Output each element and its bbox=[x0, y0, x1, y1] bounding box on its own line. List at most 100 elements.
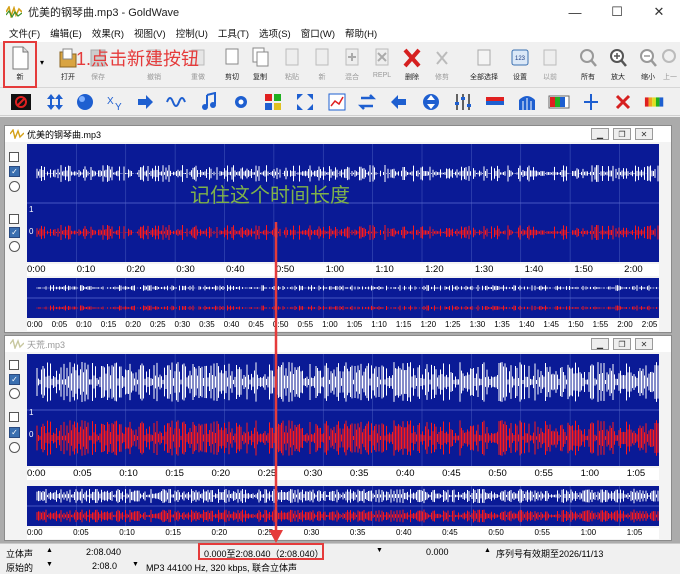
select-all-button[interactable]: 全部选择 bbox=[470, 44, 498, 86]
time-tick-label: 0:35 bbox=[349, 468, 369, 479]
left-channel-checkbox[interactable]: ✓ bbox=[9, 166, 20, 177]
spectrum-icon[interactable] bbox=[484, 91, 506, 113]
gear-icon[interactable] bbox=[230, 91, 252, 113]
mdi-minimize-button[interactable]: ▁ bbox=[591, 128, 609, 140]
menu-tools[interactable]: 工具(T) bbox=[213, 26, 254, 40]
license-info: 序列号有效期至2026/11/13 bbox=[496, 549, 604, 559]
forward-arrow-icon[interactable] bbox=[134, 91, 156, 113]
right-channel-radio[interactable] bbox=[9, 241, 20, 252]
previous-button[interactable]: 以前 bbox=[536, 44, 564, 86]
graph-icon[interactable] bbox=[326, 91, 348, 113]
copy-button[interactable]: 复制 bbox=[246, 44, 274, 86]
zoom-all-button[interactable]: 所有 bbox=[574, 44, 602, 86]
left-channel-radio[interactable] bbox=[9, 181, 20, 192]
menu-help[interactable]: 帮助(H) bbox=[340, 26, 382, 40]
time-tick-label: 1:45 bbox=[543, 320, 559, 329]
overview-waveform-2[interactable] bbox=[27, 486, 659, 526]
replace-button[interactable]: REPL bbox=[368, 44, 396, 86]
right-channel-checkbox[interactable]: ✓ bbox=[9, 227, 20, 238]
audio-window-2[interactable]: 天荒.mp3 ▁ ❐ ✕ ✓ ✓ 1 0 0:00 0:05 0:10 0:15 0:2… bbox=[4, 335, 672, 541]
left-channel-radio[interactable] bbox=[9, 388, 20, 399]
delete-button[interactable]: 删除 bbox=[398, 44, 426, 86]
overview-waveform-1[interactable] bbox=[27, 278, 659, 318]
original-value: 2:08.0 bbox=[92, 561, 118, 571]
trim-button[interactable]: 修剪 bbox=[428, 44, 456, 86]
overview-ruler-2[interactable]: 0:00 0:05 0:10 0:15 0:20 0:25 0:30 0:35 0:40 0:45… bbox=[27, 528, 659, 539]
swap-arrows-icon[interactable] bbox=[356, 91, 378, 113]
time-tick-label: 0:05 bbox=[73, 468, 92, 479]
time-tick-label: 0:30 bbox=[303, 468, 323, 479]
vertical-arrows-icon[interactable] bbox=[44, 91, 66, 113]
minimize-button[interactable]: — bbox=[554, 0, 596, 24]
audio-file-icon bbox=[10, 129, 24, 139]
time-tick-label: 0:50 bbox=[488, 468, 507, 479]
zoom-out-magnifier-icon bbox=[640, 49, 657, 67]
split-arrows-icon[interactable] bbox=[580, 91, 602, 113]
xy-icon[interactable]: XY bbox=[104, 91, 126, 113]
format-dropdown-icon[interactable]: ▼ bbox=[132, 561, 139, 568]
menu-options[interactable]: 选项(S) bbox=[254, 26, 296, 40]
channel-scale-0: 0 bbox=[29, 227, 34, 236]
time-tick-label: 0:40 bbox=[396, 468, 415, 479]
time-ruler-2[interactable]: 0:00 0:05 0:10 0:15 0:20 0:25 0:30 0:35 0:40 0:45… bbox=[27, 468, 659, 480]
time-tick-label: 0:55 bbox=[534, 468, 553, 479]
mdi-close-button[interactable]: ✕ bbox=[635, 338, 653, 350]
expand-arrows-icon[interactable] bbox=[294, 91, 316, 113]
paste-new-button[interactable]: 新 bbox=[308, 44, 336, 86]
menu-file[interactable]: 文件(F) bbox=[4, 26, 45, 40]
mdi-close-button[interactable]: ✕ bbox=[635, 128, 653, 140]
time-tick-label: 1:20 bbox=[420, 320, 437, 329]
remove-x-icon[interactable] bbox=[612, 91, 634, 113]
left-channel-checkbox[interactable]: ✓ bbox=[9, 374, 20, 385]
time-tick-label: 1:40 bbox=[518, 320, 535, 329]
right-channel-checkbox[interactable]: ✓ bbox=[9, 427, 20, 438]
filter-bars-icon[interactable] bbox=[516, 91, 538, 113]
channel-selector-box[interactable] bbox=[9, 152, 19, 162]
audio-window-1-titlebar[interactable]: 优美的钢琴曲.mp3 bbox=[5, 126, 671, 142]
rainbow-icon[interactable] bbox=[644, 91, 666, 113]
paste-button[interactable]: 粘贴 bbox=[278, 44, 306, 86]
audio-window-2-titlebar[interactable]: 天荒.mp3 bbox=[5, 336, 671, 352]
menu-effects[interactable]: 效果(R) bbox=[87, 26, 129, 40]
mdi-restore-button[interactable]: ❐ bbox=[613, 128, 631, 140]
cut-button[interactable]: 剪切 bbox=[218, 44, 246, 86]
audio-window-1[interactable]: 优美的钢琴曲.mp3 ▁ ❐ ✕ ✓ ✓ 1 0 0:00 0:10 0:20 0:3… bbox=[4, 125, 672, 333]
time-ruler-1[interactable]: 0:00 0:10 0:20 0:30 0:40 0:50 1:00 1:10 1:20 1:30… bbox=[27, 264, 659, 276]
overview-ruler-1[interactable]: 0:00 0:05 0:10 0:15 0:20 0:25 0:30 0:35 0:40 0:45… bbox=[27, 320, 659, 331]
channel-selector-box-2[interactable] bbox=[9, 214, 19, 224]
up-button[interactable]: 上一 bbox=[660, 44, 680, 86]
zoom-out-button[interactable]: 缩小 bbox=[634, 44, 662, 86]
color-meter-icon[interactable] bbox=[548, 91, 570, 113]
menu-window[interactable]: 窗口(W) bbox=[296, 26, 340, 40]
mix-button[interactable]: 混合 bbox=[338, 44, 366, 86]
back-arrow-icon[interactable] bbox=[388, 91, 410, 113]
position-dropdown-icon[interactable]: ▼ bbox=[376, 547, 383, 554]
waveform-display-2[interactable] bbox=[27, 354, 659, 466]
wave-shape-icon[interactable] bbox=[166, 91, 188, 113]
time-tick-label: 1:05 bbox=[626, 528, 643, 537]
equalizer-icon[interactable] bbox=[452, 91, 474, 113]
time-tick-label: 1:10 bbox=[371, 320, 387, 329]
time-tick-label: 0:35 bbox=[199, 320, 215, 329]
mdi-restore-button[interactable]: ❐ bbox=[613, 338, 631, 350]
zoom-in-button[interactable]: 放大 bbox=[604, 44, 632, 86]
mdi-minimize-button[interactable]: ▁ bbox=[591, 338, 609, 350]
close-button[interactable]: ✕ bbox=[638, 0, 680, 24]
menu-control[interactable]: 控制(U) bbox=[171, 26, 213, 40]
menu-view[interactable]: 视图(V) bbox=[129, 26, 171, 40]
time-tick-label: 0:40 bbox=[226, 264, 245, 275]
sphere-icon[interactable] bbox=[74, 91, 96, 113]
right-channel-radio[interactable] bbox=[9, 442, 20, 453]
stop-record-icon[interactable] bbox=[10, 91, 32, 113]
menu-edit[interactable]: 编辑(E) bbox=[45, 26, 87, 40]
time-tick-label: 0:40 bbox=[223, 320, 240, 329]
music-note-icon[interactable] bbox=[198, 91, 220, 113]
compress-icon[interactable] bbox=[420, 91, 442, 113]
settings-button[interactable]: 123 设置 bbox=[506, 44, 534, 86]
channel-selector-box-2[interactable] bbox=[9, 412, 19, 422]
channel-selector-box[interactable] bbox=[9, 360, 19, 370]
new-dropdown-arrow-icon[interactable]: ▾ bbox=[40, 58, 44, 67]
open-folder-icon bbox=[59, 48, 77, 68]
color-blocks-icon[interactable] bbox=[262, 91, 284, 113]
maximize-button[interactable]: ☐ bbox=[596, 0, 638, 24]
